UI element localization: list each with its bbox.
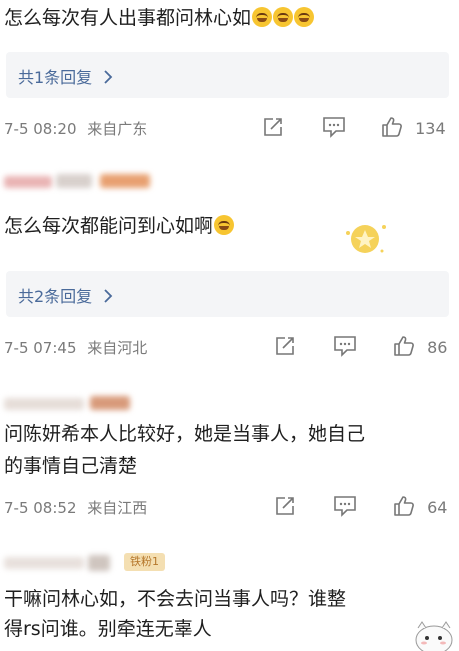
like-button[interactable]: 64 [392,494,447,518]
chevron-right-icon [104,289,113,303]
reply-box[interactable]: 共1条回复 [6,52,449,98]
view-replies-link[interactable]: 共2条回复 [18,283,113,307]
laugh-cry-emoji-icon [252,7,273,27]
like-count: 86 [427,338,448,357]
thumbs-up-icon [394,496,414,516]
reply-box[interactable]: 共2条回复 [6,271,449,317]
comment-location: 来自江西 [87,499,148,517]
fan-badge-label: 铁粉1 [130,555,159,568]
thumbs-up-icon [394,336,414,356]
view-replies-link[interactable]: 共1条回复 [18,64,113,88]
share-icon[interactable] [262,116,284,138]
comment-meta: 7-5 07:45 来自河北 [4,337,147,358]
comment-location: 来自河北 [87,339,148,357]
comment-body-line: 得rs问谁。别牵连无辜人 [4,618,212,640]
like-button[interactable]: 134 [380,115,446,139]
badge-star-icon [346,225,386,253]
laugh-emoji-icon [214,215,235,235]
chevron-right-icon [104,70,113,84]
comment-time: 7-5 07:45 [4,339,77,357]
comment-text: 问陈妍希本人比较好，她是当事人，她自己 的事情自己清楚 [4,420,365,480]
comment-body: 怎么每次都能问到心如啊 [4,215,214,237]
like-count: 64 [427,498,448,517]
laugh-cry-emoji-icon [273,7,294,27]
comment-icon[interactable] [333,495,357,517]
sticker-icon [415,621,453,651]
share-icon[interactable] [274,495,296,517]
comment-meta: 7-5 08:52 来自江西 [4,497,147,518]
comment-time: 7-5 08:52 [4,499,77,517]
replies-label: 共2条回复 [18,287,93,306]
comment-text: 干嘛问林心如，不会去问当事人吗？谁整 得rs问谁。别牵连无辜人 [4,585,346,643]
comment-body-line: 干嘛问林心如，不会去问当事人吗？谁整 [4,588,347,610]
username[interactable] [4,396,134,412]
comment-location: 来自广东 [87,120,148,138]
like-count: 134 [415,119,446,138]
comment-body-line: 问陈妍希本人比较好，她是当事人，她自己 [4,423,366,445]
comment-icon[interactable] [333,335,357,357]
comment-text: 怎么每次都能问到心如啊 [4,212,235,240]
comment-meta: 7-5 08:20 来自广东 [4,118,147,139]
comment-time: 7-5 08:20 [4,120,77,138]
comment-body: 怎么每次有人出事都问林心如 [4,7,252,29]
laugh-cry-emoji-icon [294,7,315,27]
comment-icon[interactable] [322,116,346,138]
fan-badge: 铁粉1 [124,553,165,571]
share-icon[interactable] [274,335,296,357]
like-button[interactable]: 86 [392,334,447,358]
comment-text: 怎么每次有人出事都问林心如 [4,4,315,32]
thumbs-up-icon [382,117,402,137]
comment-body-line: 的事情自己清楚 [4,455,138,477]
replies-label: 共1条回复 [18,68,93,87]
username[interactable] [4,174,154,190]
